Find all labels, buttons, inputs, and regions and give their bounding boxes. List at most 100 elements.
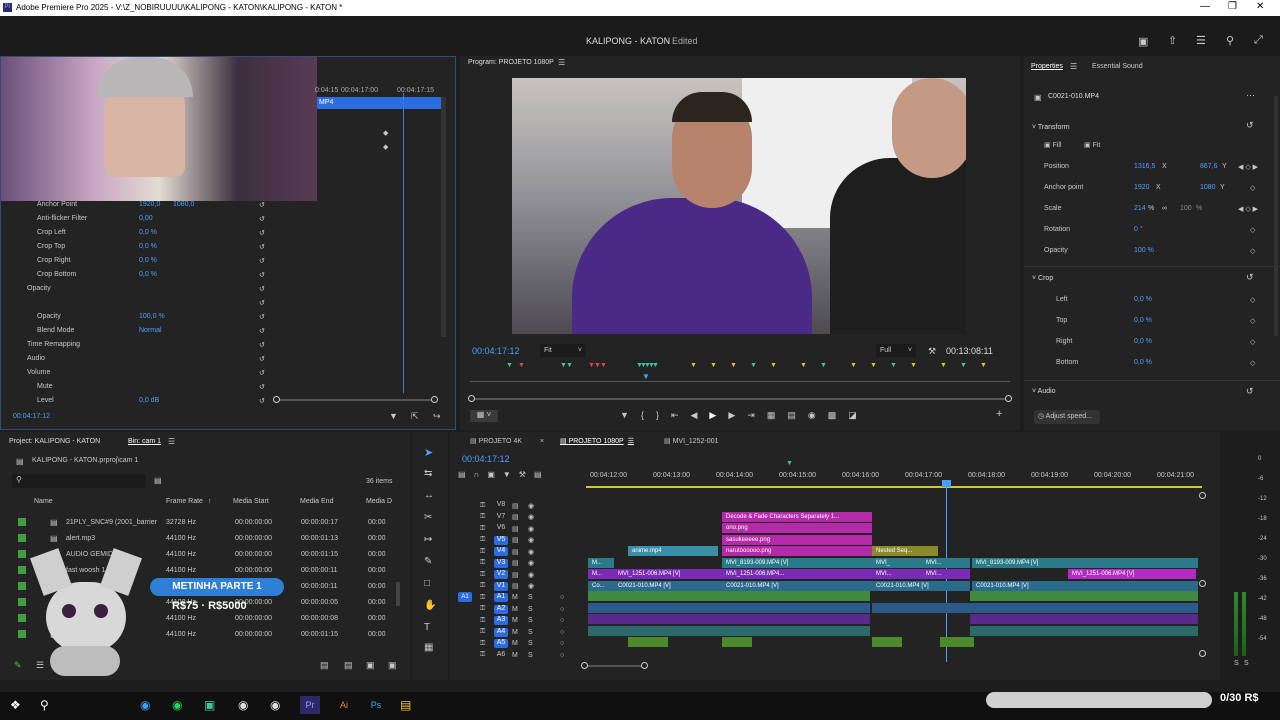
panel-menu-icon[interactable]: ☰ (558, 58, 565, 67)
solo-icon[interactable]: S (528, 606, 533, 613)
clip-bar[interactable]: MP4 (317, 97, 441, 109)
reset-icon[interactable]: ↺ (259, 271, 265, 279)
keyframe-icon[interactable]: ◆ (383, 143, 388, 151)
row-value[interactable]: 0,0 dB (139, 397, 159, 404)
play-icon[interactable]: ▶ (709, 410, 716, 422)
audio-clip[interactable] (970, 591, 1198, 601)
col-frame-rate[interactable]: Frame Rate (166, 498, 203, 505)
col-name[interactable]: Name (34, 498, 53, 505)
solo-icon[interactable]: S (528, 652, 533, 659)
search-icon[interactable]: ⚲ (40, 698, 49, 712)
audio-clip[interactable] (872, 602, 970, 613)
timeline-clip[interactable]: MVI... (922, 569, 970, 579)
solo-icon[interactable]: S (528, 617, 533, 624)
crop-value[interactable]: 0,0 % (1134, 359, 1152, 366)
adjust-speed-button[interactable]: ◷ Adjust speed... (1034, 410, 1100, 424)
mic-icon[interactable]: ○ (560, 640, 564, 647)
settings-wrench-icon[interactable]: ⚒ (519, 470, 526, 482)
audio-clip[interactable] (588, 591, 870, 601)
audio-clip[interactable] (940, 637, 974, 647)
mic-icon[interactable]: ○ (560, 594, 564, 601)
keyframe-nav-icon[interactable]: ◀ ◇ ▶ (1238, 205, 1258, 213)
list-item[interactable]: ▤ 21PLY_SNC#9 (2001_barrier 32728 Hz 00:00:… (14, 514, 404, 530)
keyframe-icon[interactable]: ◇ (1250, 338, 1255, 346)
slip-icon[interactable]: ↦ (424, 534, 432, 545)
fit-icon[interactable]: ▣ (1084, 142, 1091, 149)
reset-icon[interactable]: ↺ (1246, 120, 1254, 131)
mic-icon[interactable]: ○ (560, 617, 564, 624)
go-to-out-icon[interactable]: ⇥ (747, 410, 755, 422)
go-to-in-icon[interactable]: ⇤ (671, 410, 679, 422)
keyframe-icon[interactable]: ◆ (383, 129, 388, 137)
video-frame[interactable] (512, 78, 966, 334)
razor-icon[interactable]: ✂ (424, 512, 432, 523)
marker-icon[interactable]: ▼ (620, 410, 629, 422)
keyframe-nav-icon[interactable]: ◀ ◇ ▶ (1238, 163, 1258, 171)
track-label[interactable]: V7 (494, 513, 508, 522)
full-select[interactable]: Full ˅ (876, 344, 916, 357)
out-point-icon[interactable]: } (656, 410, 659, 422)
zoom-scroll[interactable] (277, 399, 437, 401)
row-value[interactable]: 0,0 % (139, 243, 157, 250)
restore-icon[interactable]: ❐ (1228, 1, 1237, 12)
opacity-value[interactable]: 100 % (1134, 247, 1154, 254)
marker-icon[interactable]: ▼ (730, 362, 737, 369)
marker-icon[interactable]: ▼ (940, 362, 947, 369)
crop-value[interactable]: 0,0 % (1134, 296, 1152, 303)
track-label[interactable]: A5 (494, 639, 508, 648)
reset-icon[interactable]: ↺ (259, 355, 265, 363)
fill-icon[interactable]: ▣ (1044, 142, 1051, 149)
toggle-sync-icon[interactable]: ▤ (512, 525, 519, 533)
trash-icon[interactable]: ▣ (388, 660, 397, 671)
track-label[interactable]: A1 (494, 593, 508, 602)
audio-clip[interactable] (970, 602, 1198, 613)
lock-icon[interactable]: ⚿ (480, 594, 485, 602)
timeline-clip[interactable]: narutoooooo.png (722, 546, 872, 556)
add-marker-icon[interactable]: ▼ (503, 470, 511, 482)
track-label[interactable]: V4 (494, 547, 508, 556)
eye-icon[interactable]: ◉ (528, 536, 534, 544)
track-label[interactable]: V3 (494, 558, 508, 568)
track-label[interactable]: V8 (494, 501, 508, 510)
track-label[interactable]: V5 (494, 535, 508, 545)
eye-icon[interactable]: ◉ (528, 513, 534, 521)
reset-icon[interactable]: ↺ (259, 243, 265, 251)
solo-icon[interactable]: S (528, 594, 533, 601)
marker-icon[interactable]: ▼ (566, 362, 573, 369)
illustrator-icon[interactable]: Ai (334, 696, 354, 714)
audio-clip[interactable] (970, 614, 1198, 624)
solo-right[interactable]: S (1244, 660, 1249, 667)
search-input[interactable]: ⚲ (12, 474, 146, 488)
crop-section[interactable]: ˅ Crop (1032, 275, 1053, 282)
col-media-end[interactable]: Media End (300, 498, 333, 505)
reset-icon[interactable]: ↺ (259, 397, 265, 405)
rectangle-icon[interactable]: □ (424, 578, 430, 589)
eye-icon[interactable]: ◉ (528, 548, 534, 556)
sort-icon[interactable]: ↑ (208, 498, 212, 505)
timeline-clip[interactable]: MVI_ (872, 557, 922, 568)
hand-icon[interactable]: ✋ (424, 600, 436, 611)
toggle-sync-icon[interactable]: ▤ (512, 502, 519, 510)
expand-icon[interactable]: ⤢ (1254, 34, 1263, 47)
timeline-clip[interactable]: MVI_1251-006.MP4... (722, 569, 872, 579)
marker-icon[interactable]: ▼ (870, 362, 877, 369)
col-media-duration[interactable]: Media D (366, 498, 392, 505)
source-a1[interactable]: A1 (458, 592, 472, 602)
time-ruler[interactable]: 00:04:12:00 00:04:13:00 00:04:14:00 00:04:1… (586, 454, 1202, 490)
obs-icon[interactable]: ◉ (238, 698, 248, 712)
extract-icon[interactable]: ▤ (787, 410, 796, 422)
audio-clip[interactable] (588, 625, 870, 636)
lock-icon[interactable]: ⚿ (480, 640, 485, 648)
eye-icon[interactable]: ◉ (528, 525, 534, 533)
marker-icon[interactable]: ▼ (910, 362, 917, 369)
row-value[interactable]: 0,0 % (139, 229, 157, 236)
app-icon[interactable]: ◉ (270, 698, 280, 712)
reset-icon[interactable]: ↺ (259, 369, 265, 377)
pen-icon[interactable]: ✎ (14, 660, 22, 671)
spotify-icon[interactable]: ◉ (172, 698, 182, 712)
col-media-start[interactable]: Media Start (233, 498, 269, 505)
timeline-clip[interactable]: C0021-010.MP4 [V] (972, 580, 1198, 591)
timeline-clip[interactable]: MVI_1251-006.MP4 [V] (1068, 569, 1196, 579)
reset-icon[interactable]: ↺ (259, 299, 265, 307)
lock-icon[interactable]: ⚿ (480, 548, 485, 556)
